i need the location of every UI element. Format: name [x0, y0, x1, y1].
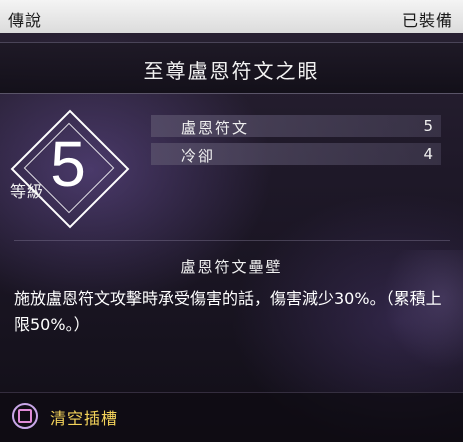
equipped-status: 已裝備	[401, 11, 453, 30]
square-glyph-icon	[18, 409, 32, 423]
action-bar: 清空插槽	[0, 392, 463, 442]
stat-row-cooldown: 冷卻 4	[151, 143, 441, 165]
top-bar: 傳說 已裝備	[0, 0, 463, 33]
stat-label: 盧恩符文	[181, 119, 250, 137]
effect-name: 盧恩符文壘壁	[180, 258, 283, 276]
effect-description: 施放盧恩符文攻擊時承受傷害的話，傷害減少30%。（累積上限50%。）	[14, 289, 442, 334]
stat-row-rune: 盧恩符文 5	[151, 115, 441, 137]
rank-label: 等級	[10, 182, 45, 201]
item-title-bar: 至尊盧恩符文之眼	[0, 42, 463, 94]
rarity-label: 傳說	[8, 11, 43, 30]
clear-slot-button[interactable]: 清空插槽	[50, 405, 118, 429]
item-name: 至尊盧恩符文之眼	[143, 59, 320, 83]
stat-label: 冷卻	[181, 147, 216, 165]
rank-emblem: 5 等級	[0, 92, 150, 242]
stat-value: 4	[423, 145, 433, 163]
divider	[14, 240, 450, 241]
rank-value: 5	[50, 128, 86, 200]
stat-value: 5	[423, 117, 433, 135]
item-detail-panel: 傳說 已裝備 至尊盧恩符文之眼 5 等級 盧恩符文 5 冷卻 4 盧恩符文壘壁 …	[0, 0, 463, 442]
